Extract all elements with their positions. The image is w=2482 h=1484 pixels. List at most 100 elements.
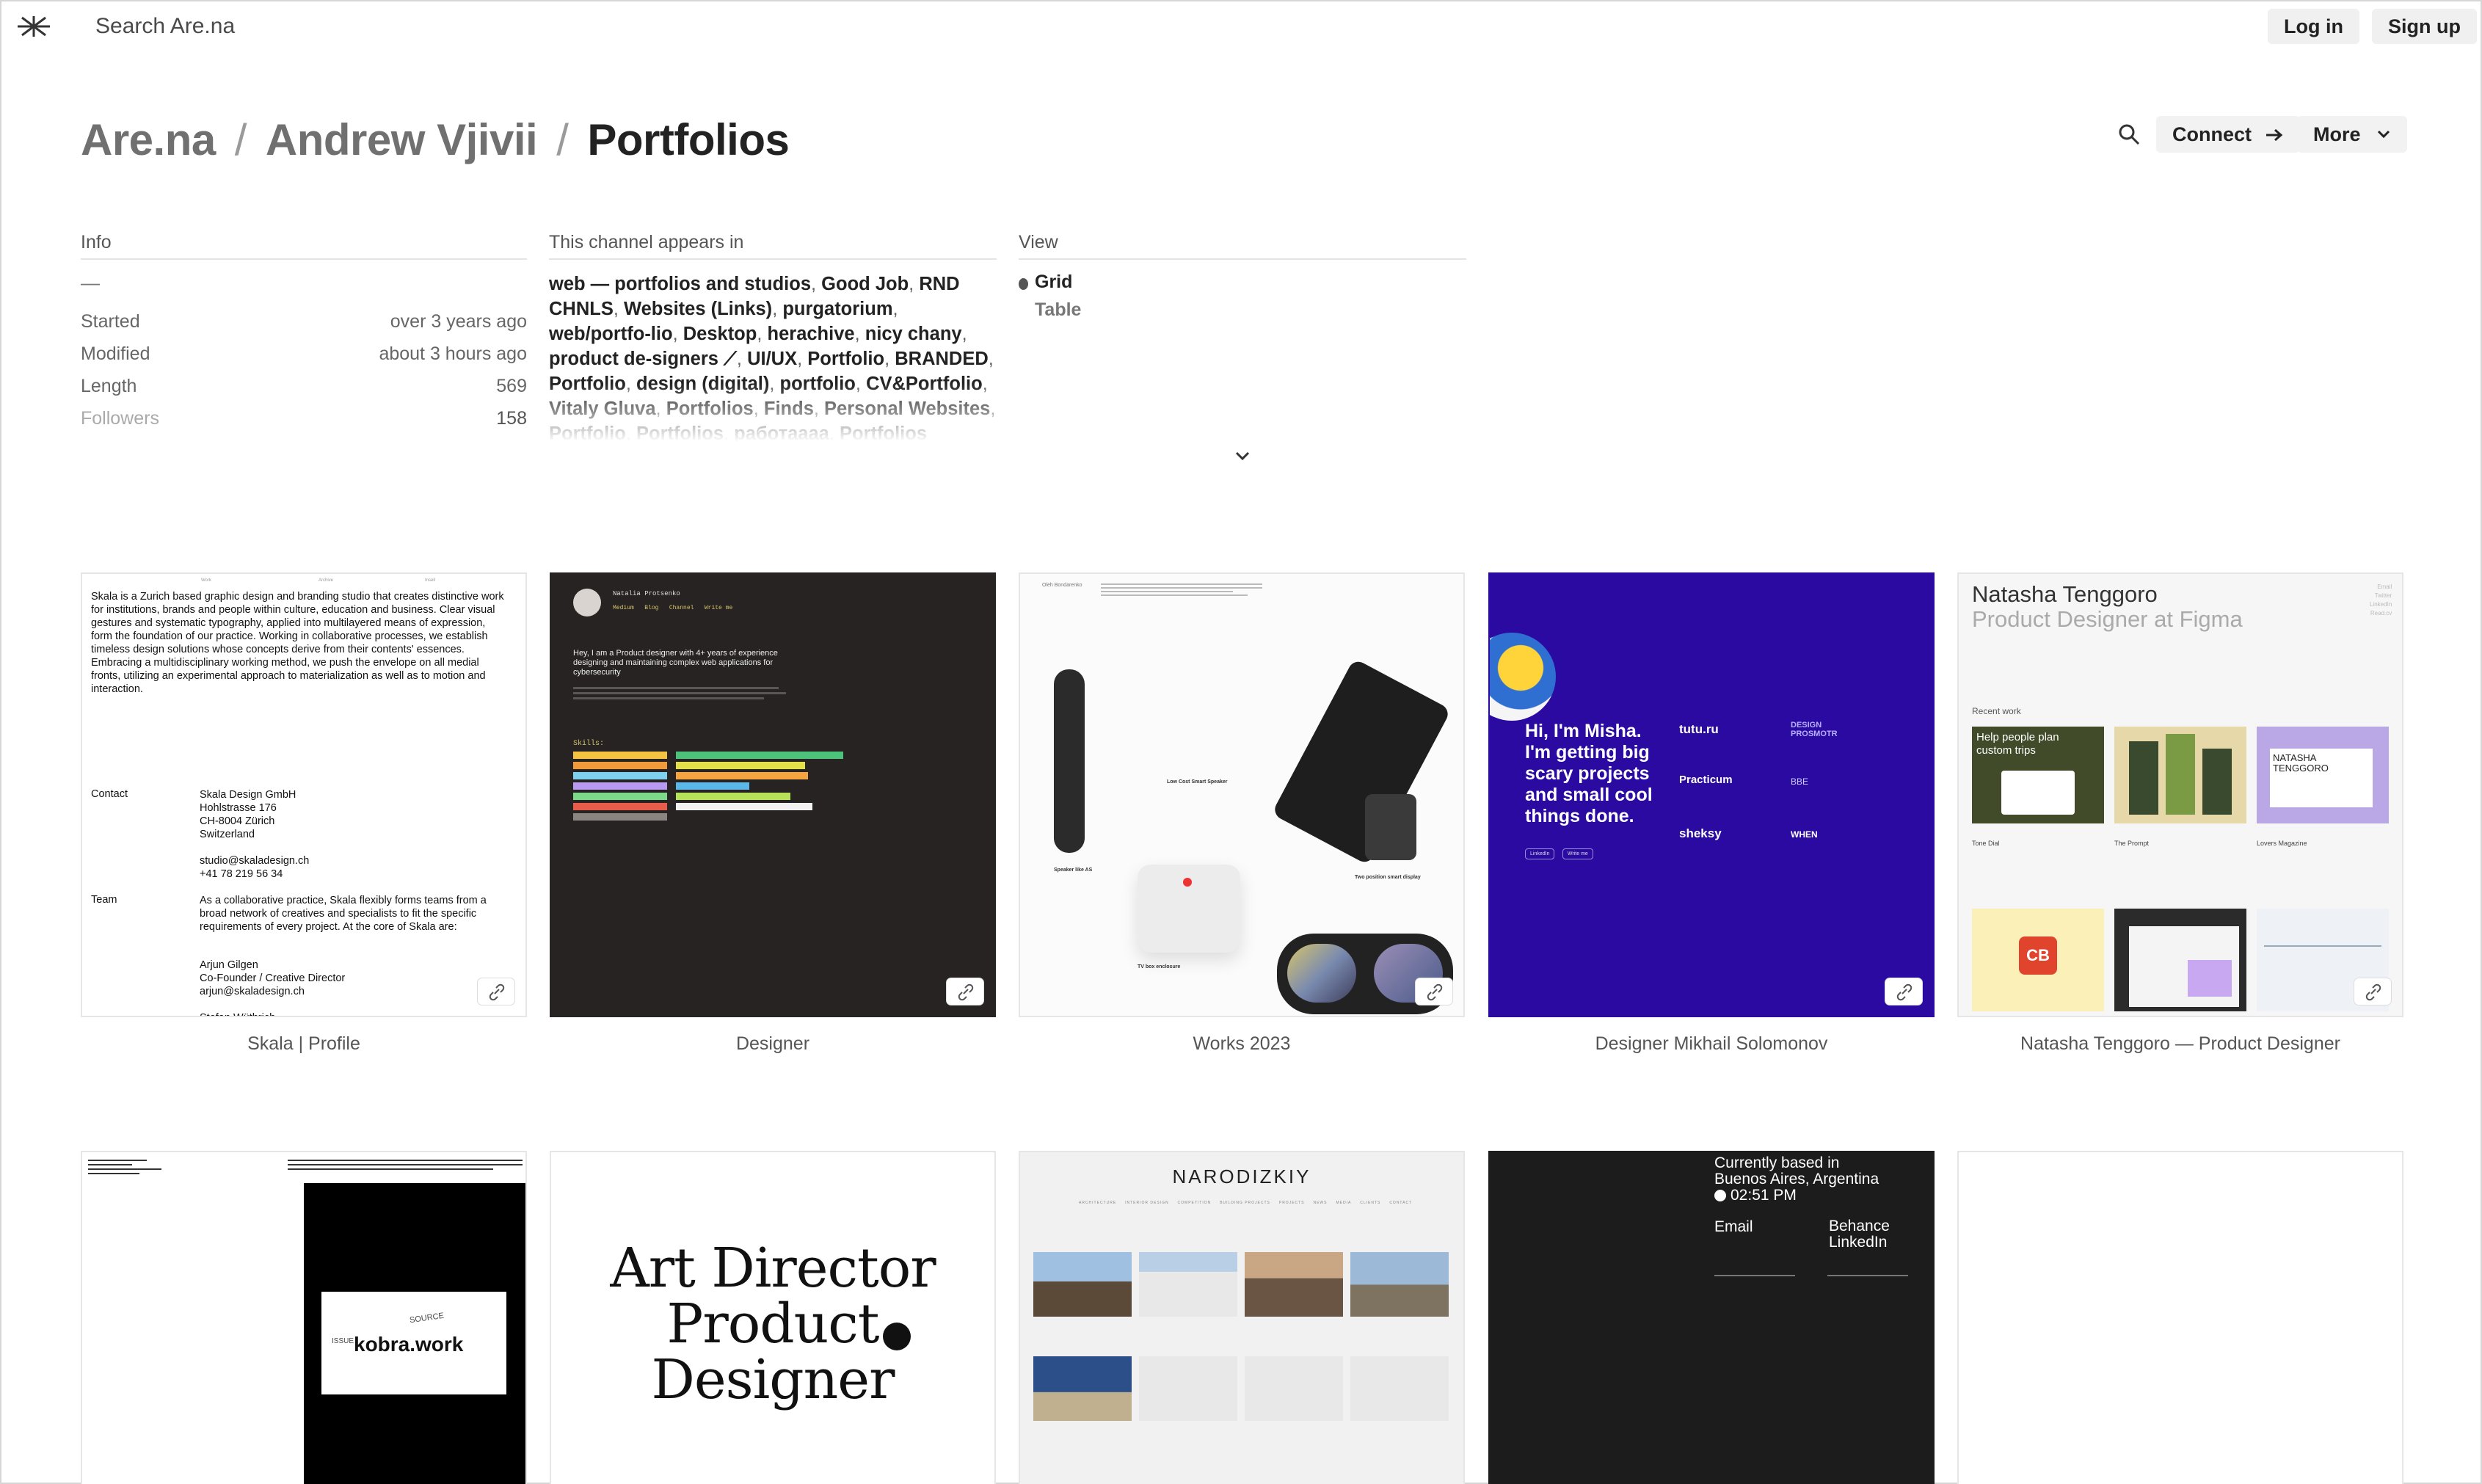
block-card[interactable]: kobra.work SOURCE ISSUE <box>81 1151 527 1484</box>
thumb-text: Natasha Tenggoro <box>1972 581 2158 607</box>
link-badge <box>1415 978 1453 1005</box>
thumb-text: CH-8004 Zürich <box>200 815 275 827</box>
thumb-tile: Help people plan custom trips <box>1972 727 2104 823</box>
thumb-buttons: LinkedIn Write me <box>1525 845 1593 859</box>
info-value: about 3 hours ago <box>379 343 527 364</box>
thumb-text-lines <box>288 1157 523 1173</box>
breadcrumb-separator: / <box>234 115 247 164</box>
thumb-text: WHEN <box>1791 829 1818 840</box>
thumb-text: Tone Dial <box>1972 840 2000 847</box>
channel-link[interactable]: herachive <box>768 324 855 344</box>
block-title[interactable]: Designer Mikhail Solomonov <box>1488 1033 1935 1055</box>
channel-link[interactable]: UI/UX <box>747 349 797 369</box>
thumb-text: INTERIOR DESIGN <box>1125 1201 1169 1205</box>
thumb-photo <box>1245 1252 1343 1317</box>
product-display <box>1271 658 1452 866</box>
login-button[interactable]: Log in <box>2268 9 2359 44</box>
channel-link[interactable]: purgatorium <box>782 299 892 319</box>
block-card[interactable]: NARODIZKIY ARCHITECTURE INTERIOR DESIGN … <box>1019 1151 1465 1484</box>
thumb-text-lines <box>88 1157 272 1177</box>
thumb-text: ISSUE <box>332 1337 354 1345</box>
channel-link[interactable]: Good Job <box>821 274 909 294</box>
block-card[interactable]: Oleh Bondarenko Low Cost Smart Speaker S… <box>1019 572 1465 1017</box>
breadcrumb-separator: / <box>556 115 569 164</box>
channel-link[interactable]: Portfolio <box>807 349 884 369</box>
thumb-text: Buenos Aires, Argentina <box>1714 1171 1879 1187</box>
thumb-text: LinkedIn <box>1829 1234 1888 1251</box>
search-input[interactable] <box>95 10 756 43</box>
thumb-dot <box>883 1323 911 1350</box>
thumb-links: Medium Blog Channel Write me <box>613 605 732 611</box>
thumb-tile: CB <box>1972 909 2104 1011</box>
thumb-text: sheksy <box>1679 826 1722 840</box>
block-card[interactable] <box>1957 1151 2403 1484</box>
signup-button[interactable]: Sign up <box>2372 9 2477 44</box>
channel-link[interactable]: web — portfolios and studios <box>549 274 811 294</box>
thumb-text: Speaker like AS <box>1054 868 1093 873</box>
block-card[interactable]: Hi, I'm Misha. I'm getting big scary pro… <box>1488 572 1935 1017</box>
thumb-black-panel: kobra.work SOURCE ISSUE <box>304 1183 525 1484</box>
channel-link[interactable]: web/portfo-lio <box>549 324 673 344</box>
channel-link[interactable]: Websites (Links) <box>624 299 772 319</box>
block-title[interactable]: Skala | Profile <box>81 1033 527 1055</box>
thumb-text: tutu.ru <box>1679 722 1719 736</box>
thumb-text: Arjun Gilgen <box>200 959 258 971</box>
thumb-text: 02:51 PM <box>1731 1187 1797 1204</box>
arena-logo-icon[interactable] <box>13 10 54 43</box>
product-speaker <box>1138 865 1240 953</box>
thumb-headline: Art Director Product Designer <box>551 1240 994 1408</box>
thumb-text: Insell <box>425 578 436 583</box>
channel-link[interactable]: BRANDED <box>895 349 989 369</box>
thumb-text: Blog <box>644 605 659 611</box>
thumb-text: Archive <box>319 578 334 583</box>
view-heading: View <box>1019 232 1466 260</box>
thumb-text: Stefan Wüthrich <box>200 1011 345 1016</box>
breadcrumb-arena[interactable]: Are.na <box>81 115 216 164</box>
thumb-text: Skills: <box>573 740 605 748</box>
channel-link[interactable]: Desktop <box>683 324 757 344</box>
ball-icon <box>1490 633 1556 721</box>
block-card[interactable]: Currently based in Buenos Aires, Argenti… <box>1488 1151 1935 1484</box>
link-badge <box>2354 978 2392 1005</box>
link-icon <box>489 983 505 1001</box>
thumb-text: Email <box>2377 583 2392 590</box>
thumb-text: Write me <box>704 605 733 611</box>
expand-chevron-icon[interactable] <box>1233 446 1252 465</box>
block-title[interactable]: Designer <box>550 1033 996 1055</box>
page-title[interactable]: Portfolios <box>587 115 790 164</box>
channel-link[interactable]: nicy chany <box>865 324 962 344</box>
block-title[interactable]: Works 2023 <box>1019 1033 1465 1055</box>
thumb-text-lines <box>1101 581 1262 598</box>
thumb-text: Contact <box>91 788 128 800</box>
thumb-photo <box>1139 1356 1237 1421</box>
thumb-text-lines <box>1714 1270 1920 1283</box>
channel-link[interactable]: product de-signers ⟋ <box>549 349 737 369</box>
block-card[interactable]: Work Archive Insell Skala is a Zurich ba… <box>81 572 527 1017</box>
thumb-text: SOURCE <box>409 1311 445 1325</box>
thumb-text: BBE <box>1791 776 1809 787</box>
link-icon <box>1896 983 1913 1001</box>
more-button[interactable]: More <box>2297 116 2408 153</box>
block-card[interactable]: Art Director Product Designer <box>550 1151 996 1484</box>
info-row-length: Length 569 <box>81 376 527 402</box>
thumb-text: DESIGN PROSMOTR <box>1791 721 1838 738</box>
breadcrumb: Are.na / Andrew Vjivii / Portfolios <box>81 114 790 165</box>
link-icon <box>2365 983 2381 1001</box>
thumb-mono-block <box>573 684 786 710</box>
info-key: Modified <box>81 343 150 364</box>
info-value: 158 <box>496 408 527 429</box>
connect-button[interactable]: Connect <box>2156 116 2300 153</box>
block-title[interactable]: Natasha Tenggoro — Product Designer <box>1957 1033 2403 1055</box>
search-icon[interactable] <box>2117 122 2141 147</box>
breadcrumb-user[interactable]: Andrew Vjivii <box>266 115 538 164</box>
thumb-text: Lovers Magazine <box>2257 840 2307 847</box>
thumb-text: LinkedIn <box>1525 848 1555 859</box>
block-card[interactable]: Natalia Protsenko Medium Blog Channel Wr… <box>550 572 996 1017</box>
info-row-followers[interactable]: Followers 158 <box>81 408 527 434</box>
thumb-photo <box>1139 1252 1237 1317</box>
thumb-text: Medium <box>613 605 634 611</box>
info-row-started: Started over 3 years ago <box>81 311 527 338</box>
block-card[interactable]: Natasha Tenggoro Product Designer at Fig… <box>1957 572 2403 1017</box>
thumb-text: NARODIZKIY <box>1172 1165 1311 1187</box>
thumb-text: Practicum <box>1679 774 1733 786</box>
